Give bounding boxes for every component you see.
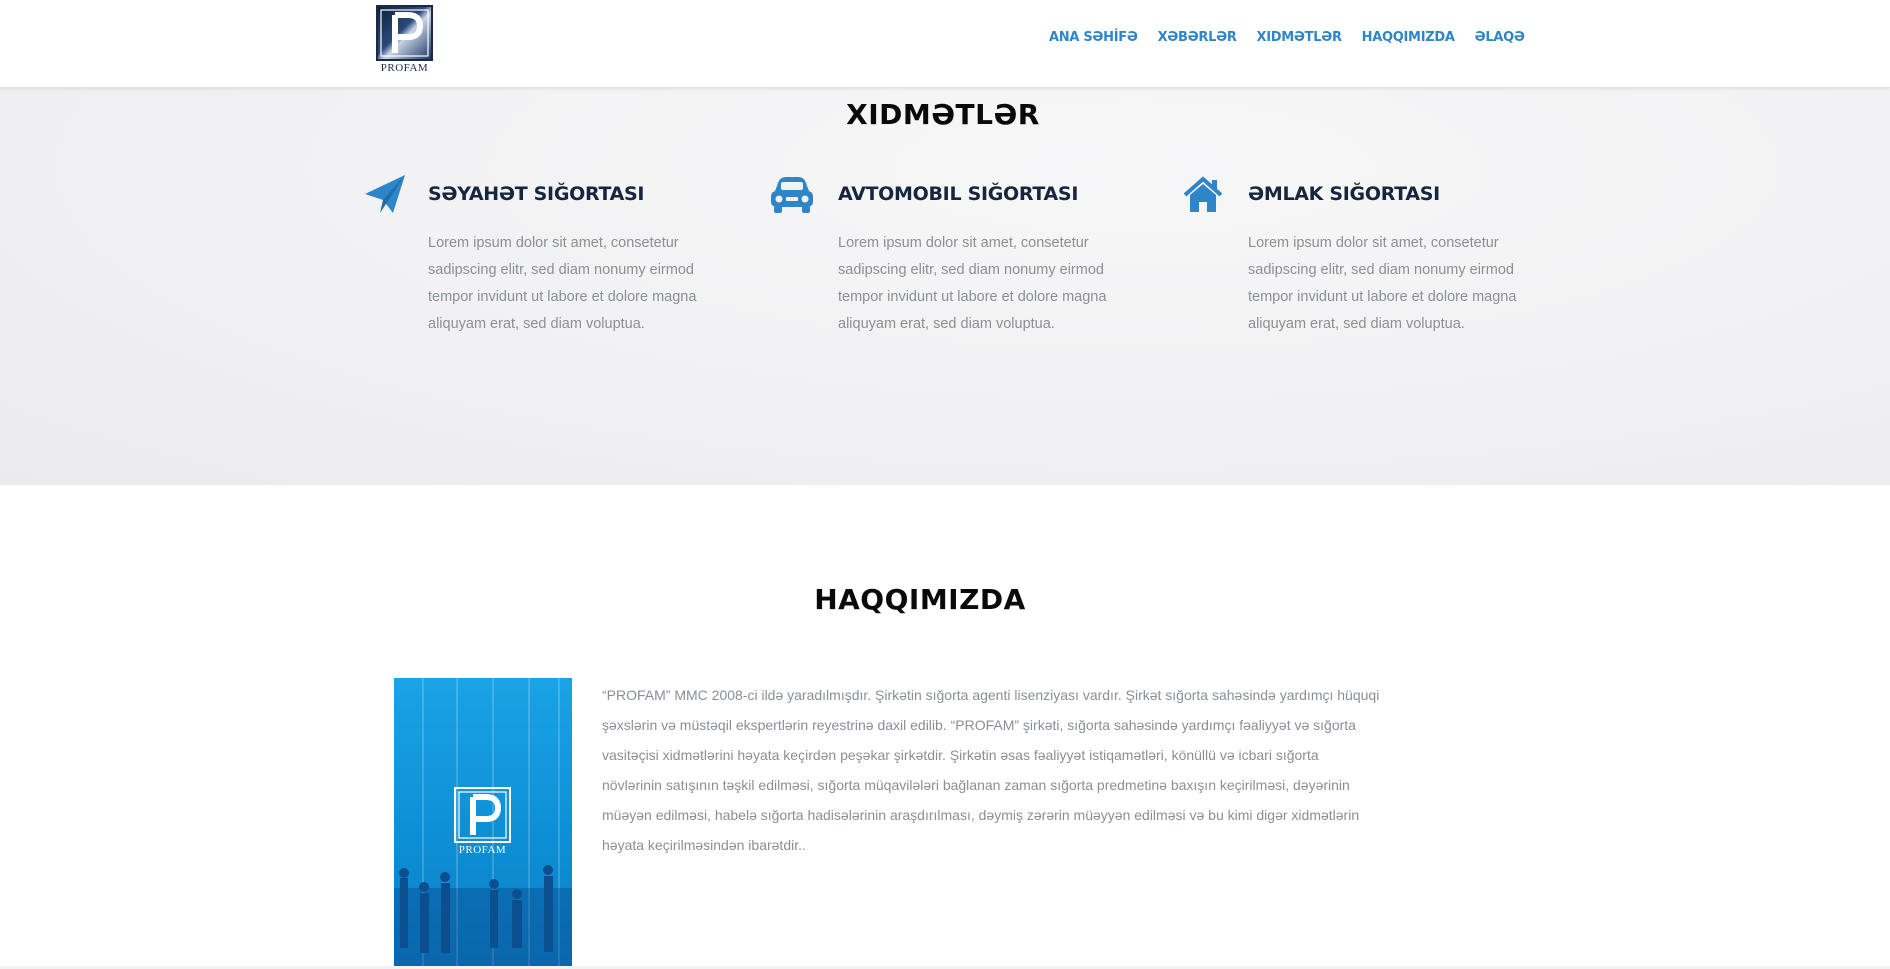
service-description: Lorem ipsum dolor sit amet, consetetur s… bbox=[838, 230, 1138, 338]
description-line: Lorem ipsum dolor sit amet, consetetur bbox=[838, 235, 1089, 251]
services-section: XIDMƏTLƏR SƏYAHƏT SIĞORTASI Lorem ipsum … bbox=[0, 88, 1890, 485]
service-title: ƏMLAK SIĞORTASI bbox=[1248, 183, 1440, 205]
nav-about[interactable]: HAQQIMIZDA bbox=[1362, 30, 1455, 45]
nav-services[interactable]: XIDMƏTLƏR bbox=[1257, 30, 1342, 45]
main-nav: ANA SƏHİFƏ XƏBƏRLƏR XIDMƏTLƏR HAQQIMIZDA… bbox=[1049, 30, 1525, 45]
service-title: SƏYAHƏT SIĞORTASI bbox=[428, 183, 645, 205]
services-title: XIDMƏTLƏR bbox=[846, 98, 1040, 131]
service-title: AVTOMOBIL SIĞORTASI bbox=[838, 183, 1079, 205]
about-line: “PROFAM” MMC 2008-ci ildə yaradılmışdır.… bbox=[602, 687, 1380, 703]
description-line: aliquyam erat, sed diam voluptua. bbox=[428, 316, 645, 332]
about-line: vasitəçisi xidmətlərini həyata keçirdən … bbox=[602, 747, 1319, 763]
service-description: Lorem ipsum dolor sit amet, consetetur s… bbox=[428, 230, 728, 338]
description-line: Lorem ipsum dolor sit amet, consetetur bbox=[428, 235, 679, 251]
logo-text: PROFAM bbox=[458, 844, 507, 856]
description-line: sadipscing elitr, sed diam nonumy eirmod bbox=[1248, 262, 1514, 278]
about-line: şəxslərin və müstəqil ekspertlərin reyes… bbox=[602, 717, 1356, 733]
about-title: HAQQIMIZDA bbox=[814, 583, 1026, 616]
home-icon bbox=[1183, 173, 1227, 217]
description-line: tempor invidunt ut labore et dolore magn… bbox=[428, 289, 697, 305]
about-line: növlərinin satışının təşkil edilməsi, sı… bbox=[602, 777, 1350, 793]
about-image-logo: PROFAM bbox=[454, 787, 511, 856]
about-image: PROFAM bbox=[394, 678, 572, 966]
description-line: sadipscing elitr, sed diam nonumy eirmod bbox=[838, 262, 1104, 278]
description-line: tempor invidunt ut labore et dolore magn… bbox=[838, 289, 1107, 305]
description-line: tempor invidunt ut labore et dolore magn… bbox=[1248, 289, 1517, 305]
description-line: aliquyam erat, sed diam voluptua. bbox=[1248, 316, 1465, 332]
description-line: sadipscing elitr, sed diam nonumy eirmod bbox=[428, 262, 694, 278]
paper-plane-icon bbox=[363, 173, 407, 217]
site-header: PROFAM ANA SƏHİFƏ XƏBƏRLƏR XIDMƏTLƏR HAQ… bbox=[0, 0, 1890, 88]
logo-text: PROFAM bbox=[380, 62, 429, 74]
description-line: aliquyam erat, sed diam voluptua. bbox=[838, 316, 1055, 332]
car-icon bbox=[768, 173, 813, 217]
profam-logo[interactable]: PROFAM bbox=[376, 5, 433, 77]
about-description: “PROFAM” MMC 2008-ci ildə yaradılmışdır.… bbox=[602, 680, 1412, 860]
description-line: Lorem ipsum dolor sit amet, consetetur bbox=[1248, 235, 1499, 251]
nav-news[interactable]: XƏBƏRLƏR bbox=[1158, 30, 1237, 45]
logo-emblem bbox=[454, 787, 511, 843]
about-line: həyata keçirilməsindən ibarətdir.. bbox=[602, 837, 806, 853]
about-line: müəyən edilməsi, habelə sığorta hadisələ… bbox=[602, 807, 1360, 823]
service-description: Lorem ipsum dolor sit amet, consetetur s… bbox=[1248, 230, 1548, 338]
logo-emblem bbox=[376, 5, 433, 61]
nav-home[interactable]: ANA SƏHİFƏ bbox=[1049, 30, 1138, 45]
nav-contact[interactable]: ƏLAQƏ bbox=[1475, 30, 1525, 45]
